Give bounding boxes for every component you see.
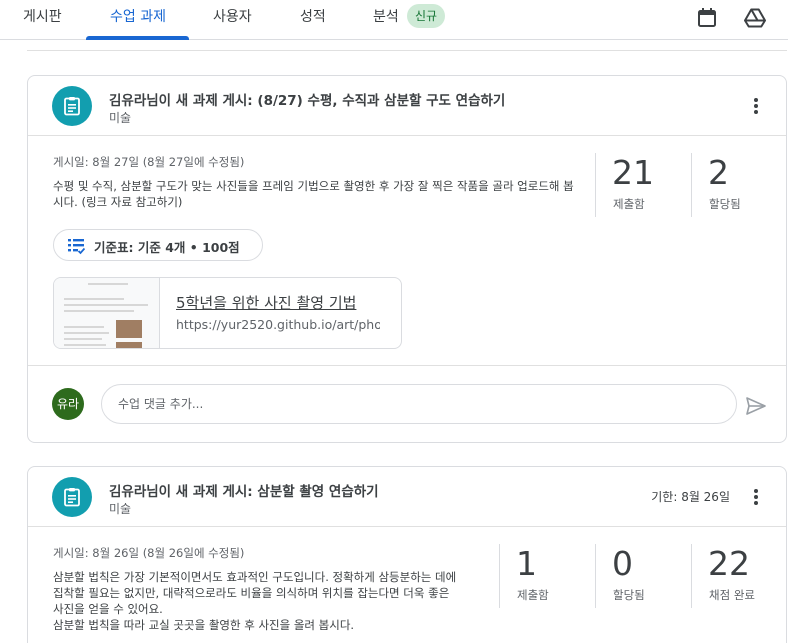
link-attachment[interactable]: 5학년을 위한 사진 촬영 기법 https://yur2520.github.… <box>53 277 402 349</box>
stat-label: 제출함 <box>613 197 645 211</box>
stat-turned-in[interactable]: 21 제출함 <box>595 153 691 217</box>
stat-label: 제출함 <box>517 588 549 602</box>
topic-label: 미술 <box>109 502 132 516</box>
stat-value: 0 <box>612 544 633 583</box>
stat-value: 1 <box>516 544 537 583</box>
new-badge: 신규 <box>407 4 446 28</box>
tab-classwork[interactable]: 수업 과제 <box>110 0 166 40</box>
send-icon[interactable] <box>744 394 768 418</box>
more-options-icon[interactable] <box>744 485 768 509</box>
stat-label: 채점 완료 <box>709 588 755 602</box>
top-navigation: 게시판 수업 과제 사용자 성적 분석 신규 <box>0 0 788 40</box>
class-comment-input[interactable] <box>101 384 737 424</box>
stat-assigned[interactable]: 0 할당됨 <box>595 544 691 608</box>
stat-turned-in[interactable]: 1 제출함 <box>499 544 595 608</box>
assignment-card[interactable]: 김유라님이 새 과제 게시: 삼분할 촬영 연습하기 미술 기한: 8월 26일… <box>27 466 787 643</box>
stat-assigned[interactable]: 2 할당됨 <box>691 153 786 217</box>
description-line: 집착할 필요는 없지만, 대략적으로라도 비율을 의식하며 위치를 잡는다면 더… <box>53 586 450 600</box>
description-line: 삼분할 법칙을 따라 교실 곳곳을 촬영한 후 사진을 올려 봅시다. <box>53 618 355 632</box>
tab-people[interactable]: 사용자 <box>213 0 252 40</box>
posted-date: 게시일: 8월 26일 (8월 26일에 수정됨) <box>53 546 245 560</box>
attachment-url: https://yur2520.github.io/art/photo <box>176 317 380 332</box>
drive-icon[interactable] <box>743 6 767 30</box>
rubric-label: 기준표: 기준 4개 • 100점 <box>94 240 240 255</box>
assignment-icon <box>52 477 92 517</box>
active-tab-indicator <box>86 36 189 40</box>
tab-analytics[interactable]: 분석 <box>373 0 399 40</box>
assignment-card[interactable]: 김유라님이 새 과제 게시: (8/27) 수평, 수직과 삼분할 구도 연습하… <box>27 75 787 443</box>
more-options-icon[interactable] <box>744 94 768 118</box>
card-header[interactable]: 김유라님이 새 과제 게시: (8/27) 수평, 수직과 삼분할 구도 연습하… <box>28 76 786 136</box>
topic-label: 미술 <box>109 111 132 125</box>
rubric-chip[interactable]: 기준표: 기준 4개 • 100점 <box>53 229 263 261</box>
assignment-icon <box>52 86 92 126</box>
tab-stream[interactable]: 게시판 <box>23 0 62 40</box>
due-date: 기한: 8월 26일 <box>651 490 730 504</box>
section-divider <box>27 50 787 51</box>
card-header[interactable]: 김유라님이 새 과제 게시: 삼분할 촬영 연습하기 미술 기한: 8월 26일 <box>28 467 786 527</box>
card-title[interactable]: 김유라님이 새 과제 게시: (8/27) 수평, 수직과 삼분할 구도 연습하… <box>109 89 505 109</box>
avatar: 유라 <box>52 388 84 420</box>
stat-graded[interactable]: 22 채점 완료 <box>691 544 786 608</box>
calendar-icon[interactable] <box>695 6 719 30</box>
attachment-title[interactable]: 5학년을 위한 사진 촬영 기법 <box>176 292 356 313</box>
attachment-thumbnail <box>54 278 160 348</box>
assignment-description: 삼분할 법칙은 가장 기본적이면서도 효과적인 구도입니다. 정확하게 삼등분하… <box>53 569 493 633</box>
stat-label: 할당됨 <box>709 197 741 211</box>
stat-value: 22 <box>708 544 750 583</box>
tab-grades[interactable]: 성적 <box>300 0 326 40</box>
stat-value: 21 <box>612 153 654 192</box>
description-line: 삼분할 법칙은 가장 기본적이면서도 효과적인 구도입니다. 정확하게 삼등분하… <box>53 570 457 584</box>
description-line: 사진을 얻을 수 있어요. <box>53 602 163 616</box>
class-comment-area: 유라 <box>28 365 786 441</box>
posted-date: 게시일: 8월 27일 (8월 27일에 수정됨) <box>53 155 245 169</box>
card-title[interactable]: 김유라님이 새 과제 게시: 삼분할 촬영 연습하기 <box>109 480 379 500</box>
stat-value: 2 <box>708 153 729 192</box>
stat-label: 할당됨 <box>613 588 645 602</box>
rubric-icon <box>68 239 85 255</box>
assignment-description: 수평 및 수직, 삼분할 구도가 맞는 사진들을 프레임 기법으로 촬영한 후 … <box>53 179 574 209</box>
